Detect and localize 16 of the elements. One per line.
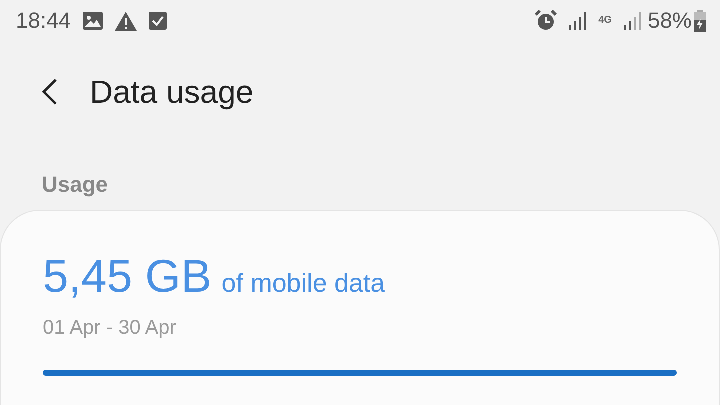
page-title: Data usage bbox=[90, 74, 254, 110]
network-type: 4G bbox=[598, 16, 612, 26]
status-time: 18:44 bbox=[16, 8, 72, 34]
section-label: Usage bbox=[41, 171, 110, 199]
battery-charging-icon bbox=[694, 10, 706, 32]
warning-icon bbox=[115, 12, 138, 30]
image-icon bbox=[83, 12, 104, 30]
battery-percentage: 58% bbox=[648, 8, 692, 34]
billing-period: 01 Apr - 30 Apr bbox=[43, 317, 178, 340]
alarm-icon bbox=[534, 10, 557, 32]
signal-icon bbox=[568, 12, 587, 30]
checkbox-icon bbox=[149, 12, 168, 30]
signal-icon bbox=[624, 12, 642, 30]
data-amount: 5,45 GB bbox=[43, 249, 212, 303]
back-button[interactable] bbox=[40, 78, 60, 106]
data-unit-label: of mobile data bbox=[222, 268, 386, 299]
